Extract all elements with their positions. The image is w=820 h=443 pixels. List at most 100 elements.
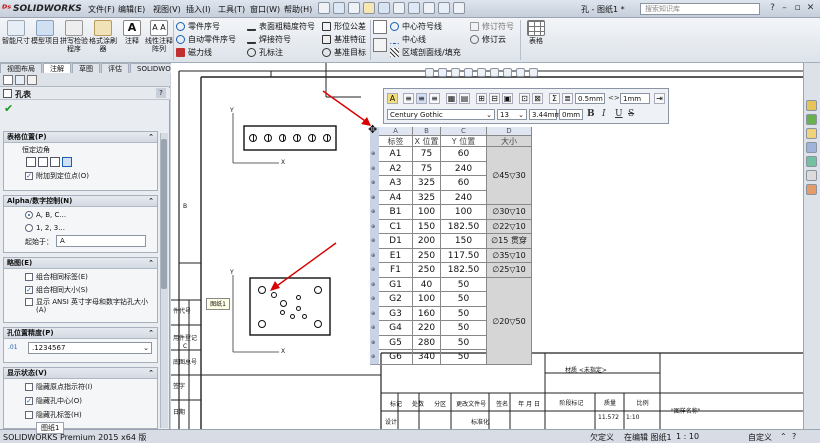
size-cell[interactable]: ∅25▽10 bbox=[487, 263, 532, 278]
table-cell[interactable]: 280 bbox=[413, 335, 441, 350]
solidworks-logo[interactable]: ᴰˢ SOLIDWORKS bbox=[2, 2, 82, 16]
model-items-button[interactable]: 模型项目 bbox=[31, 20, 59, 45]
datum-feature-button[interactable]: 基准特征 bbox=[322, 33, 366, 45]
split-icon[interactable]: ⊠ bbox=[532, 93, 543, 104]
row-number[interactable]: ⊕ bbox=[371, 166, 375, 172]
print-icon[interactable] bbox=[393, 2, 405, 14]
geometric-tolerance-button[interactable]: 形位公差 bbox=[322, 20, 366, 32]
hole-mark-icon[interactable] bbox=[302, 314, 307, 319]
combine-same-size-checkbox[interactable]: ✓ 组合相同大小(S) bbox=[25, 284, 88, 295]
start-at-input[interactable]: A bbox=[56, 235, 146, 247]
panel-scroll-thumb[interactable] bbox=[161, 139, 167, 289]
row-number[interactable]: ⊕ bbox=[371, 209, 375, 215]
table-cell[interactable]: 150 bbox=[413, 219, 441, 234]
column-letter[interactable]: C bbox=[441, 127, 487, 136]
table-cell[interactable]: A4 bbox=[379, 190, 413, 205]
table-cell[interactable]: 60 bbox=[441, 147, 487, 162]
text-margin-input[interactable]: 0mm bbox=[559, 109, 583, 120]
hole-mark-icon[interactable] bbox=[258, 286, 266, 294]
sheet-tab[interactable]: 图纸1 bbox=[36, 422, 65, 434]
table-cell[interactable]: G3 bbox=[379, 306, 413, 321]
view-palette-icon[interactable] bbox=[806, 142, 817, 153]
hole-mark-icon[interactable] bbox=[293, 134, 302, 142]
table-cell[interactable]: 50 bbox=[441, 306, 487, 321]
help-icon[interactable]: ? bbox=[792, 432, 796, 441]
cosmetic-thread-icon[interactable] bbox=[373, 38, 387, 52]
table-cell[interactable]: 200 bbox=[413, 234, 441, 249]
strikethrough-button[interactable]: S bbox=[628, 109, 634, 119]
text-height-input[interactable]: 3.44mm bbox=[529, 109, 561, 120]
col-width-input[interactable]: 1mm bbox=[620, 93, 650, 104]
table-cell[interactable]: 100 bbox=[441, 205, 487, 220]
appearance-icon[interactable] bbox=[516, 67, 525, 77]
table-cell[interactable]: 250 bbox=[413, 248, 441, 263]
border-icon[interactable]: ▦ bbox=[446, 93, 457, 104]
insert-col-icon[interactable]: ⊟ bbox=[489, 93, 500, 104]
note-button[interactable]: A 注释 bbox=[118, 20, 146, 45]
col-width-icon[interactable]: <> bbox=[608, 94, 620, 102]
chevron-up-icon[interactable]: ⌃ bbox=[780, 432, 787, 441]
row-number[interactable]: ⊕ bbox=[371, 224, 375, 230]
wrap-icon[interactable]: ⇥ bbox=[654, 93, 665, 104]
datum-target-button[interactable]: 基准目标 bbox=[322, 46, 366, 58]
corner-top-right-icon[interactable] bbox=[38, 157, 48, 167]
sum-icon[interactable]: Σ bbox=[549, 93, 560, 104]
table-move-handle[interactable]: ✥ bbox=[368, 123, 377, 136]
merge-icon[interactable]: ▣ bbox=[502, 93, 513, 104]
table-cell[interactable]: 100 bbox=[413, 292, 441, 307]
font-size-select[interactable]: 13 ⌄ bbox=[497, 109, 527, 120]
hide-origin-checkbox[interactable]: 隐藏原点指示符(I) bbox=[25, 381, 93, 392]
row-number[interactable]: ⊕ bbox=[371, 238, 375, 244]
row-number[interactable]: ⊕ bbox=[371, 354, 375, 360]
block-icon[interactable] bbox=[373, 20, 387, 34]
align-right-icon[interactable]: ≡ bbox=[429, 93, 440, 104]
balloon-button[interactable]: 零件序号 bbox=[176, 20, 220, 32]
appearances-icon[interactable] bbox=[806, 156, 817, 167]
table-cell[interactable]: 150 bbox=[441, 234, 487, 249]
menu-view[interactable]: 视图(V) bbox=[153, 4, 181, 15]
menu-file[interactable]: 文件(F) bbox=[88, 4, 115, 15]
table-cell[interactable]: G6 bbox=[379, 350, 413, 365]
hole-mark-icon[interactable] bbox=[258, 320, 266, 328]
custom-properties-icon[interactable] bbox=[806, 170, 817, 181]
magnetic-line-button[interactable]: 磁力线 bbox=[176, 46, 212, 58]
hole-mark-icon[interactable] bbox=[296, 306, 301, 311]
open-icon[interactable] bbox=[363, 2, 375, 14]
view-orientation-icon[interactable] bbox=[477, 67, 486, 77]
table-cell[interactable]: E1 bbox=[379, 248, 413, 263]
group-header[interactable]: 孔位置精度(P) ⌃ bbox=[4, 328, 157, 339]
column-letter[interactable]: A bbox=[379, 127, 413, 136]
table-cell[interactable]: F1 bbox=[379, 263, 413, 278]
row-number[interactable]: ⊕ bbox=[371, 311, 375, 317]
table-cell[interactable]: A1 bbox=[379, 147, 413, 162]
group-header[interactable]: 略图(E) ⌃ bbox=[4, 258, 157, 269]
table-cell[interactable]: 325 bbox=[413, 176, 441, 191]
table-cell[interactable]: 60 bbox=[441, 176, 487, 191]
size-cell[interactable]: ∅15 贯穿 bbox=[487, 234, 532, 249]
table-cell[interactable]: 325 bbox=[413, 190, 441, 205]
file-explorer-icon[interactable] bbox=[806, 128, 817, 139]
precision-select[interactable]: .1234567 ⌄ bbox=[28, 342, 152, 354]
corner-bottom-right-icon[interactable] bbox=[62, 157, 72, 167]
menu-tools[interactable]: 工具(T) bbox=[218, 4, 245, 15]
table-cell[interactable]: 100 bbox=[413, 205, 441, 220]
upper-view-holes[interactable] bbox=[246, 128, 334, 148]
table-cell[interactable]: 75 bbox=[413, 161, 441, 176]
row-height-input[interactable]: 0.5mm bbox=[575, 93, 605, 104]
hole-mark-icon[interactable] bbox=[296, 295, 301, 300]
group-header[interactable]: 显示状态(V) ⌃ bbox=[4, 368, 157, 379]
tab-sketch[interactable]: 草图 bbox=[72, 63, 100, 73]
scene-icon[interactable] bbox=[529, 67, 538, 77]
select-icon[interactable] bbox=[423, 2, 435, 14]
feature-tree-icon[interactable] bbox=[3, 75, 13, 85]
table-cell[interactable]: G4 bbox=[379, 321, 413, 336]
zoom-fit-icon[interactable] bbox=[425, 67, 434, 77]
smart-dimension-button[interactable]: 智能尺寸 bbox=[2, 20, 30, 45]
group-header[interactable]: 表格位置(P) ⌃ bbox=[4, 132, 157, 143]
undo-icon[interactable] bbox=[408, 2, 420, 14]
bold-button[interactable]: B bbox=[587, 109, 595, 119]
alpha-option-numbers[interactable]: 1, 2, 3... bbox=[25, 222, 65, 233]
zoom-area-icon[interactable] bbox=[438, 67, 447, 77]
weld-symbol-button[interactable]: 焊接符号 bbox=[247, 33, 291, 45]
font-select[interactable]: Century Gothic ⌄ bbox=[387, 109, 495, 120]
